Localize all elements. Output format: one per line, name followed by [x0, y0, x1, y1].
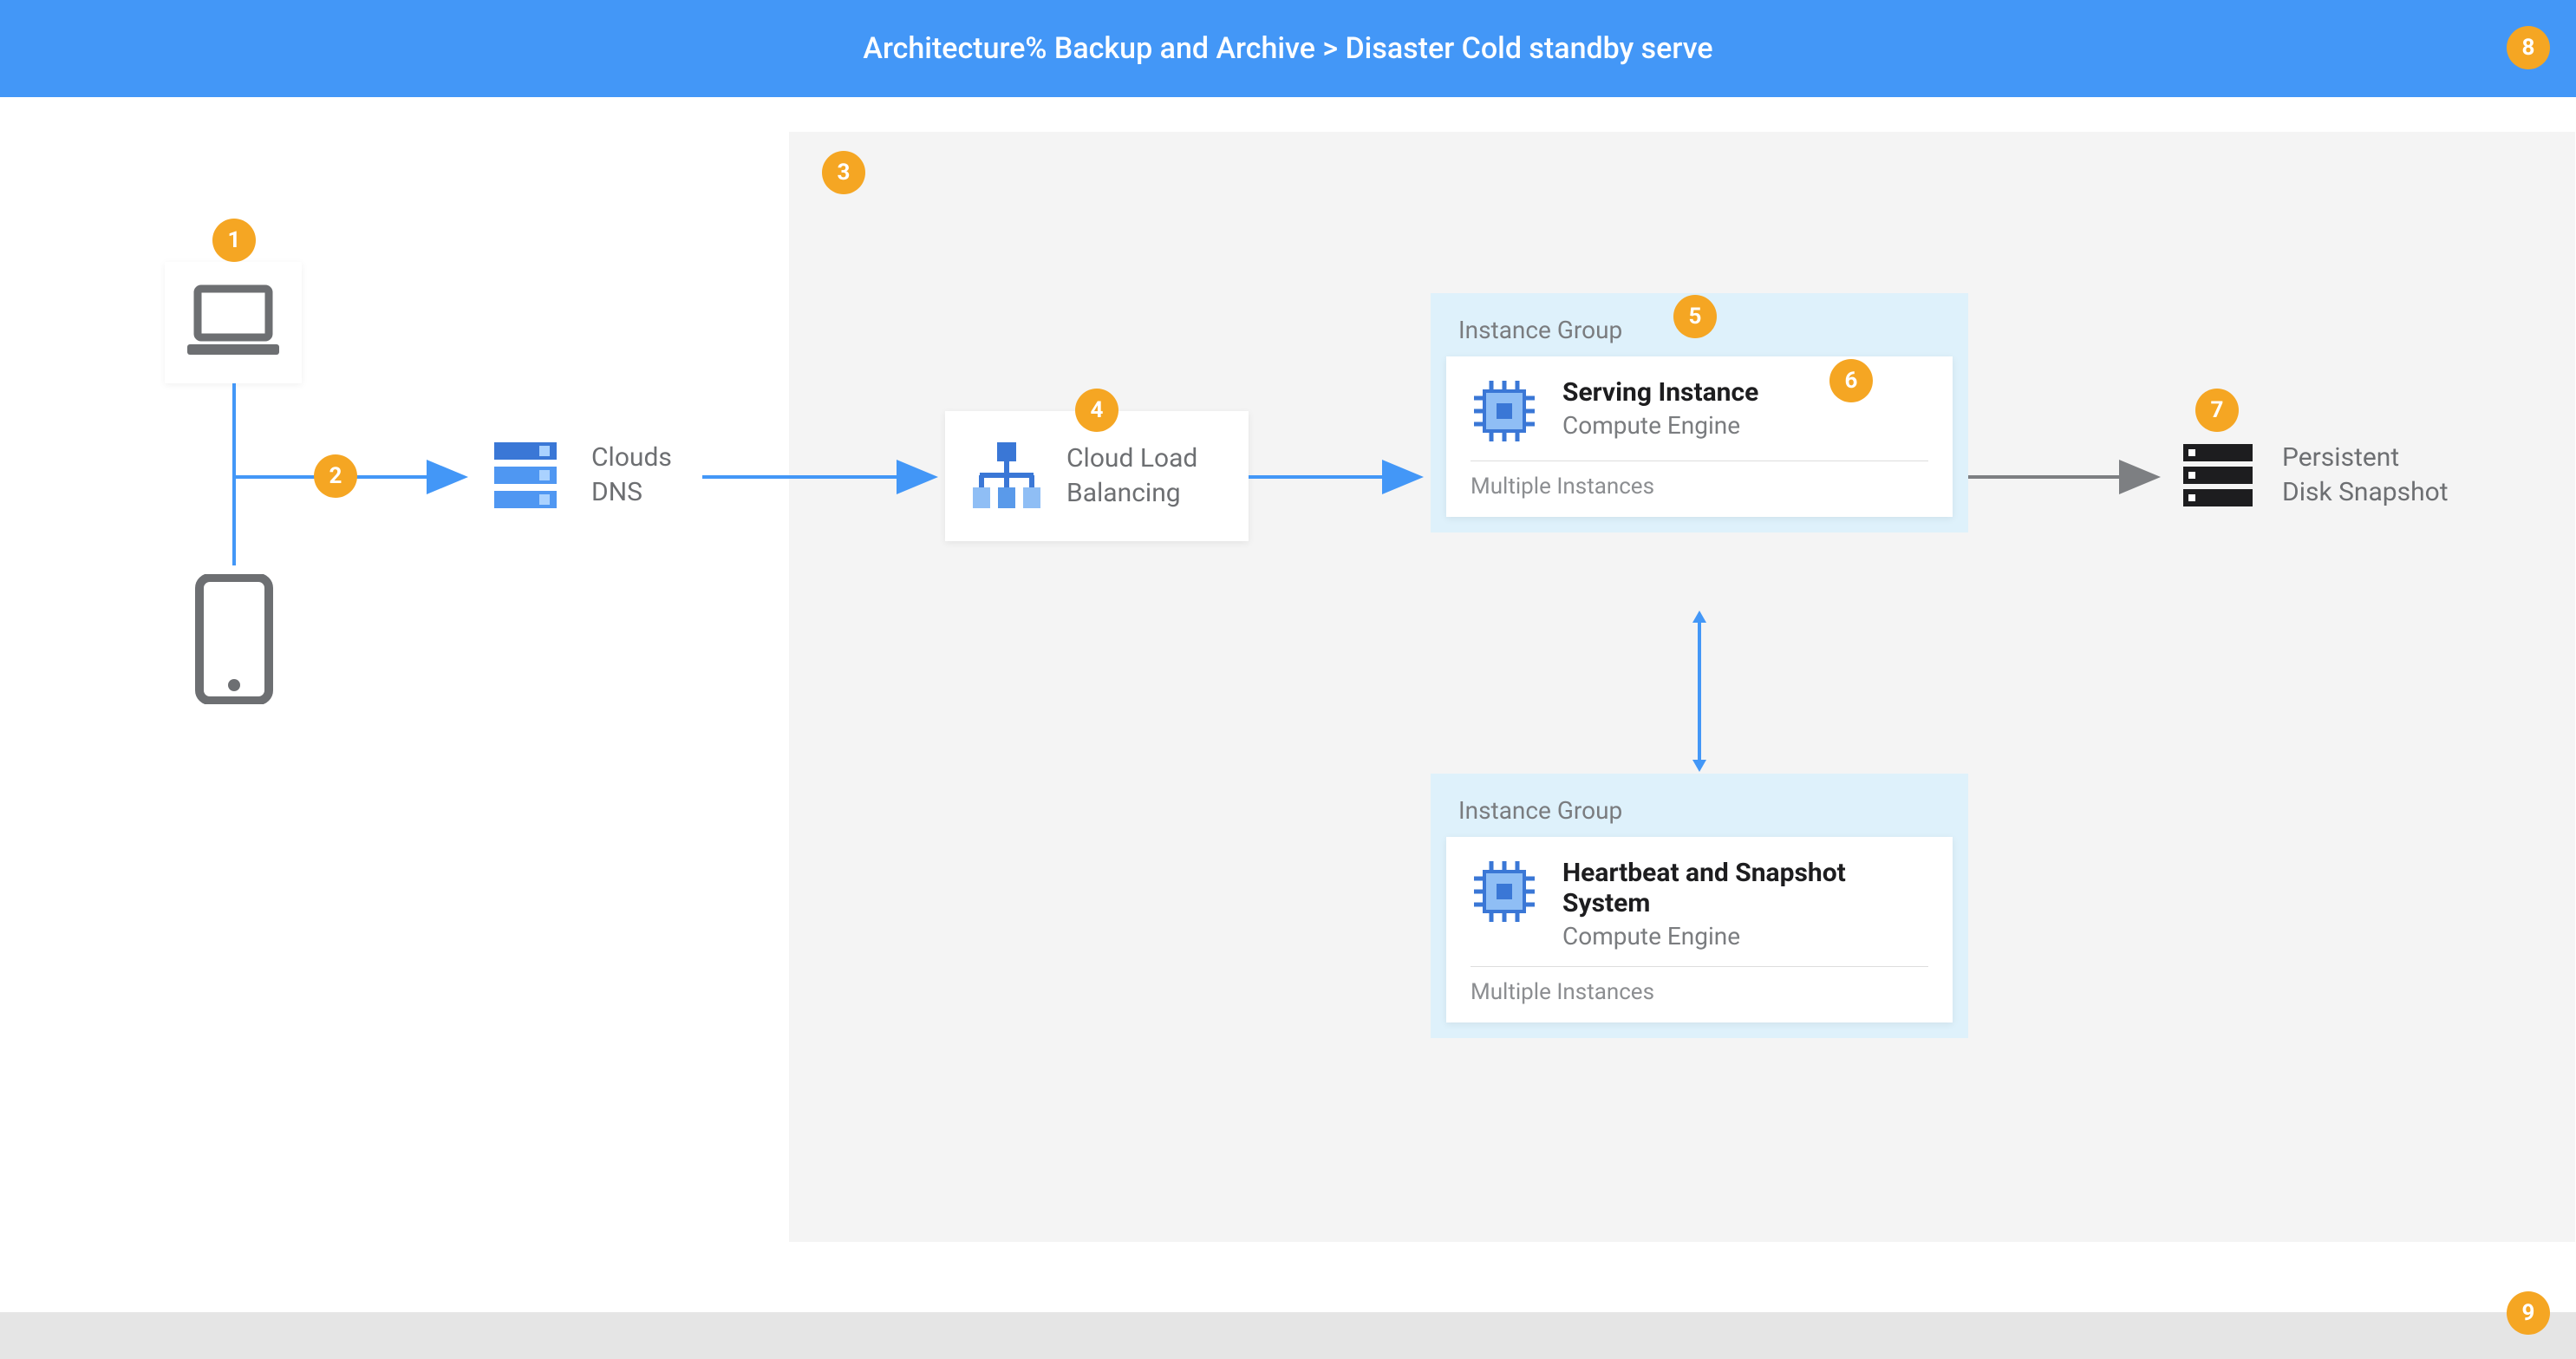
- diagram-canvas: 3 1 2: [0, 97, 2576, 1312]
- ig1-text: Serving Instance Compute Engine: [1562, 377, 1758, 440]
- load-balancer-icon: [969, 439, 1044, 513]
- clb-line1: Cloud Load: [1066, 441, 1197, 477]
- ig2-card: Heartbeat and Snapshot System Compute En…: [1446, 837, 1953, 1023]
- dns-label: Clouds DNS: [591, 441, 672, 511]
- ig2-card-subtitle: Compute Engine: [1562, 922, 1928, 951]
- compute-engine-icon: [1471, 858, 1538, 925]
- badge-2: 2: [314, 454, 357, 498]
- badge-8: 8: [2507, 26, 2550, 69]
- footer-bar: 9: [0, 1312, 2576, 1359]
- header-bar: Architecture% Backup and Archive > Disas…: [0, 0, 2576, 97]
- ig1-card: Serving Instance Compute Engine Multiple…: [1446, 356, 1953, 517]
- pds-line1: Persistent: [2282, 441, 2449, 476]
- badge-9: 9: [2507, 1291, 2550, 1335]
- ig1-card-meta: Multiple Instances: [1471, 474, 1928, 500]
- laptop-card: [165, 262, 302, 383]
- divider: [1471, 966, 1928, 967]
- dns-node: Clouds DNS: [486, 434, 672, 517]
- ig1-card-title: Serving Instance: [1562, 377, 1758, 408]
- badge-4: 4: [1075, 389, 1118, 432]
- ig2-text: Heartbeat and Snapshot System Compute En…: [1562, 858, 1928, 951]
- pds-line2: Disk Snapshot: [2282, 475, 2449, 511]
- dns-icon: [486, 434, 569, 517]
- phone-card: [182, 565, 286, 713]
- pds-label: Persistent Disk Snapshot: [2282, 441, 2449, 511]
- instance-group-2: Instance Group Heartbeat and Snapshot Sy…: [1431, 774, 1968, 1038]
- badge-5: 5: [1673, 295, 1717, 338]
- ig2-title: Instance Group: [1446, 789, 1953, 837]
- clb-label: Cloud Load Balancing: [1066, 441, 1197, 512]
- pds-node: Persistent Disk Snapshot: [2176, 434, 2449, 517]
- badge-7: 7: [2195, 389, 2239, 432]
- phone-icon: [194, 574, 274, 704]
- clb-line2: Balancing: [1066, 476, 1197, 512]
- dns-line2: DNS: [591, 475, 672, 511]
- ig2-card-meta: Multiple Instances: [1471, 979, 1928, 1005]
- badge-1: 1: [212, 219, 256, 262]
- ig2-card-title: Heartbeat and Snapshot System: [1562, 858, 1928, 918]
- badge-6: 6: [1829, 359, 1873, 402]
- badge-3: 3: [822, 151, 865, 194]
- dns-line1: Clouds: [591, 441, 672, 476]
- ig1-card-subtitle: Compute Engine: [1562, 411, 1758, 440]
- laptop-icon: [186, 284, 281, 362]
- page-title: Architecture% Backup and Archive > Disas…: [863, 31, 1712, 66]
- disk-snapshot-icon: [2176, 434, 2260, 517]
- compute-engine-icon: [1471, 377, 1538, 445]
